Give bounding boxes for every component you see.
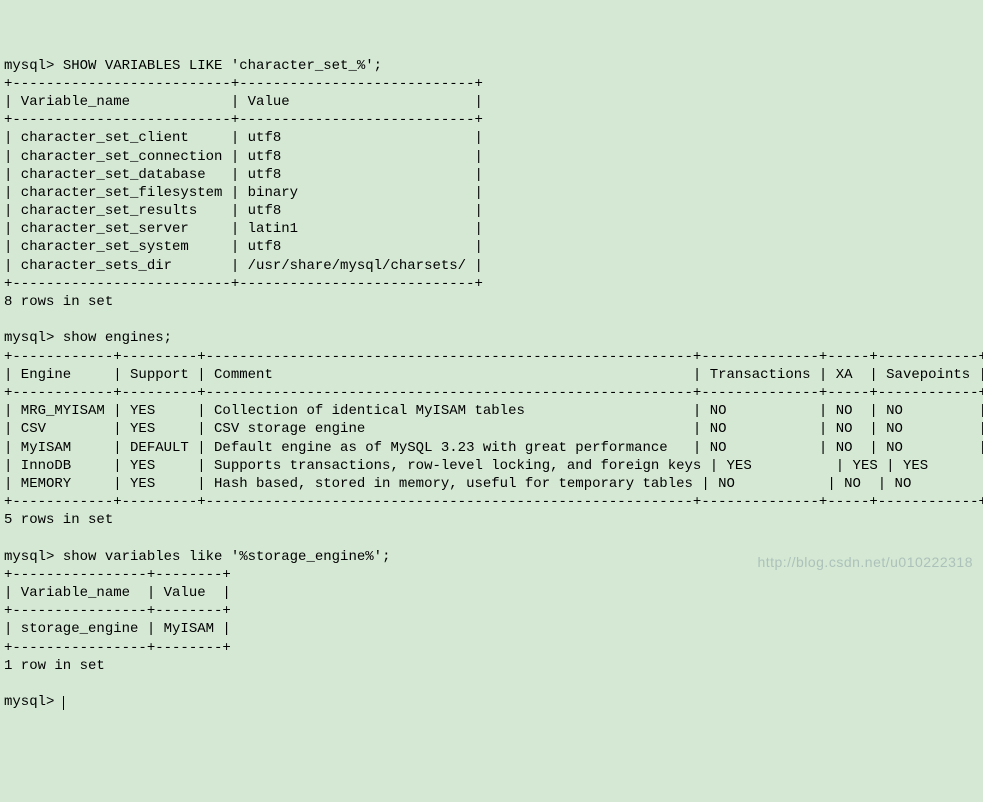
- table-row: | character_set_results | utf8 |: [4, 203, 483, 219]
- result-summary: 8 rows in set: [4, 294, 113, 310]
- table-header: | Variable_name | Value |: [4, 94, 483, 110]
- sql-command: show variables like '%storage_engine%';: [63, 549, 391, 565]
- table-border: +----------------+--------+: [4, 603, 231, 619]
- table-row: | MRG_MYISAM | YES | Collection of ident…: [4, 403, 983, 419]
- table-border: +----------------+--------+: [4, 567, 231, 583]
- table-border: +------------+---------+----------------…: [4, 385, 983, 401]
- table-row: | MEMORY | YES | Hash based, stored in m…: [4, 476, 983, 492]
- prompt: mysql>: [4, 694, 63, 710]
- result-summary: 5 rows in set: [4, 512, 113, 528]
- result-summary: 1 row in set: [4, 658, 105, 674]
- table-row: | character_set_system | utf8 |: [4, 239, 483, 255]
- table-row: | MyISAM | DEFAULT | Default engine as o…: [4, 440, 983, 456]
- terminal-output[interactable]: mysql> SHOW VARIABLES LIKE 'character_se…: [4, 57, 983, 712]
- prompt: mysql>: [4, 330, 63, 346]
- table-border: +----------------+--------+: [4, 640, 231, 656]
- table-row: | CSV | YES | CSV storage engine | NO | …: [4, 421, 983, 437]
- table-row: | character_sets_dir | /usr/share/mysql/…: [4, 258, 483, 274]
- table-row: | InnoDB | YES | Supports transactions, …: [4, 458, 983, 474]
- prompt: mysql>: [4, 58, 63, 74]
- table-border: +------------+---------+----------------…: [4, 494, 983, 510]
- table-row: | character_set_server | latin1 |: [4, 221, 483, 237]
- table-border: +------------+---------+----------------…: [4, 349, 983, 365]
- table-row: | character_set_filesystem | binary |: [4, 185, 483, 201]
- prompt: mysql>: [4, 549, 63, 565]
- sql-command: show engines;: [63, 330, 172, 346]
- table-border: +--------------------------+------------…: [4, 112, 483, 128]
- table-row: | character_set_connection | utf8 |: [4, 149, 483, 165]
- table-header: | Variable_name | Value |: [4, 585, 231, 601]
- table-border: +--------------------------+------------…: [4, 76, 483, 92]
- table-row: | character_set_database | utf8 |: [4, 167, 483, 183]
- table-row: | character_set_client | utf8 |: [4, 130, 483, 146]
- table-header: | Engine | Support | Comment | Transacti…: [4, 367, 983, 383]
- cursor-icon: [63, 696, 64, 710]
- table-row: | storage_engine | MyISAM |: [4, 621, 231, 637]
- table-border: +--------------------------+------------…: [4, 276, 483, 292]
- sql-command: SHOW VARIABLES LIKE 'character_set_%';: [63, 58, 382, 74]
- watermark-text: http://blog.csdn.net/u010222318: [757, 553, 973, 571]
